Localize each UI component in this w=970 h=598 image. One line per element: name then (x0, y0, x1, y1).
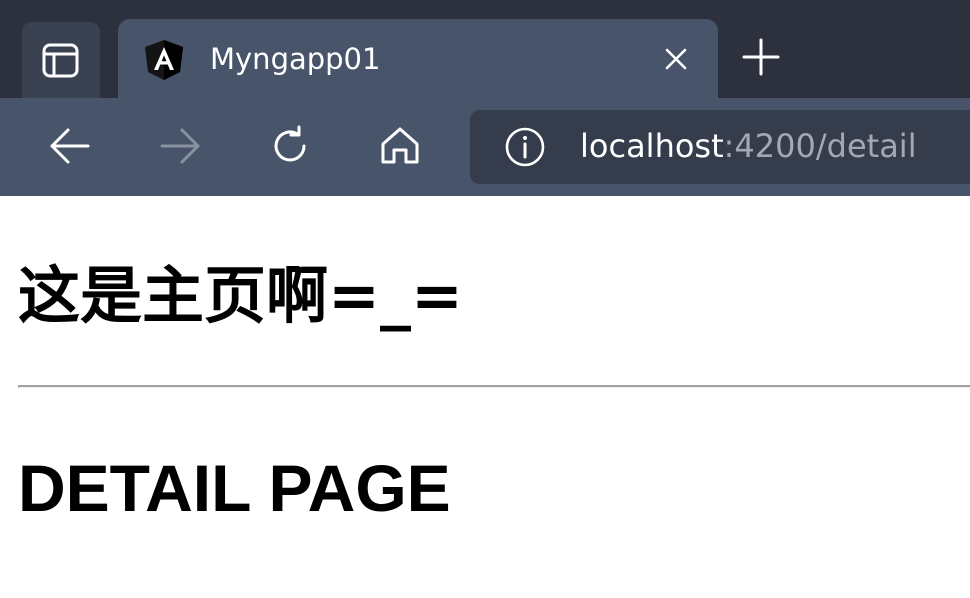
browser-window: Myngapp01 localhost:4200/detail 这是主页啊=_=… (0, 0, 970, 598)
arrow-left-icon[interactable] (48, 124, 92, 168)
page-content: 这是主页啊=_= DETAIL PAGE (0, 196, 970, 598)
address-bar[interactable]: localhost:4200/detail (470, 110, 970, 184)
url-path: :4200/detail (723, 127, 917, 165)
url-text[interactable]: localhost:4200/detail (580, 126, 917, 166)
page-heading: 这是主页啊=_= (18, 259, 463, 332)
horizontal-rule (18, 385, 970, 388)
angular-logo-icon (145, 40, 183, 80)
tab-title: Myngapp01 (210, 42, 381, 76)
tab-actions-button[interactable] (22, 22, 100, 98)
refresh-icon[interactable] (268, 124, 312, 168)
url-host: localhost (580, 127, 724, 165)
browser-toolbar: localhost:4200/detail (0, 98, 970, 294)
info-icon[interactable] (504, 126, 546, 168)
detail-heading: DETAIL PAGE (18, 451, 451, 525)
close-icon[interactable] (662, 45, 690, 73)
plus-icon[interactable] (742, 38, 780, 76)
home-icon[interactable] (378, 124, 422, 168)
tab-actions-icon (42, 43, 79, 78)
tab-strip: Myngapp01 (0, 0, 970, 100)
arrow-right-icon[interactable] (158, 124, 202, 168)
tab-myngapp01[interactable]: Myngapp01 (118, 19, 718, 100)
